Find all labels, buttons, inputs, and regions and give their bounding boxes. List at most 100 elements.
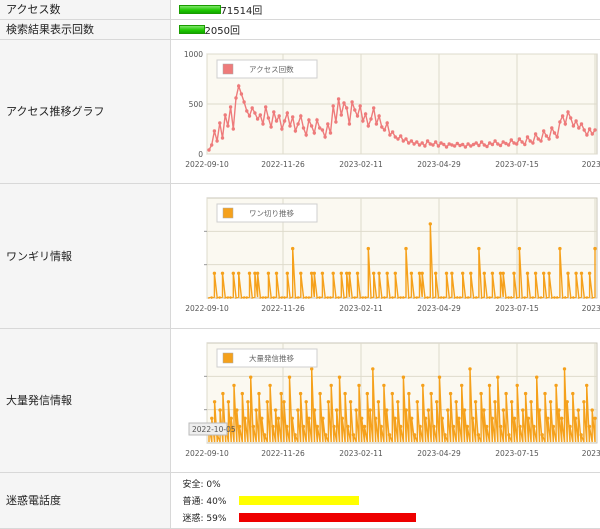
data-point [533,132,536,135]
data-point [434,140,437,143]
data-point [296,408,299,411]
data-point [574,119,577,122]
data-point [523,391,526,394]
nuisance-level-bar [239,513,416,522]
data-point [418,424,421,427]
data-point [332,424,335,427]
data-point [565,400,568,403]
data-point [551,424,554,427]
data-point [234,96,237,99]
data-point [380,125,383,128]
data-point [323,433,326,436]
data-point [546,416,549,419]
data-point [444,145,447,148]
data-point [271,424,274,427]
data-point [343,391,346,394]
data-point [515,383,518,386]
data-point [339,113,342,116]
nuisance-level-row: 迷惑: 59% [171,509,600,526]
search-count-label: 検索結果表示回数 [0,19,170,39]
data-point [350,100,353,103]
data-point [457,416,460,419]
data-point [326,122,329,125]
data-point [547,271,550,274]
data-point [412,142,415,145]
data-point [485,424,488,427]
data-point [566,110,569,113]
data-point [287,375,290,378]
x-tick-label: 2022-09-10 [185,160,229,169]
data-point [420,271,423,274]
data-point [274,119,277,122]
data-point [479,140,482,143]
data-point [280,127,283,130]
data-point [536,137,539,140]
data-point [423,144,426,147]
data-point [371,367,374,370]
data-point [493,400,496,403]
access-trend-chart: 2022-09-102022-11-262023-02-112023-04-29… [171,40,600,183]
data-point [425,139,428,142]
data-point [547,137,550,140]
chart-legend: ワン切り推移 [217,204,317,222]
data-point [250,106,253,109]
access-graph-cell: 2022-09-102022-11-262023-02-112023-04-29… [170,39,600,183]
data-point [282,119,285,122]
data-point [506,143,509,146]
data-point [562,367,565,370]
data-point [407,141,410,144]
data-point [434,271,437,274]
data-point [340,416,343,419]
data-point [246,400,249,403]
data-point [477,143,480,146]
data-point [521,408,524,411]
data-point [320,271,323,274]
data-point [353,108,356,111]
data-point [571,124,574,127]
data-point [533,271,536,274]
data-point [518,424,521,427]
data-point [347,271,350,274]
data-point [355,114,358,117]
data-point [363,112,366,115]
data-point [368,408,371,411]
data-point [582,128,585,131]
data-point [385,121,388,124]
data-point [212,271,215,274]
info-table: アクセス数 71514回 検索結果表示回数 2050回 アクセス推移グラフ 20… [0,0,600,529]
data-point [331,271,334,274]
data-point [221,391,224,394]
data-point [382,128,385,131]
data-point [366,124,369,127]
nuisance-level-row: 安全: 0% [171,475,600,492]
data-point [398,424,401,427]
legend-label: 大量発信推移 [249,353,294,363]
legend-swatch [223,208,233,218]
data-point [528,139,531,142]
data-point [432,424,435,427]
data-point [210,416,213,419]
tooltip-text: 2022-10-05 [192,425,236,434]
data-point [417,143,420,146]
data-point [269,125,272,128]
data-point [517,246,520,249]
data-point [393,416,396,419]
nuisance-level-label: 安全: 0% [171,477,239,490]
nuisance-cell: 安全: 0%普通: 40%迷惑: 59% [170,472,600,528]
data-point [299,271,302,274]
data-point [296,122,299,125]
data-point [401,139,404,142]
data-point [512,416,515,419]
data-point [291,246,294,249]
wangiri-trend-chart: 2022-09-102022-11-262023-02-112023-04-29… [171,184,600,328]
data-point [404,137,407,140]
data-point [374,122,377,125]
data-point [509,138,512,141]
data-point [321,416,324,419]
data-point [239,92,242,95]
data-point [329,383,332,386]
data-point [266,271,269,274]
data-point [431,143,434,146]
data-point [328,131,331,134]
data-point [510,400,513,403]
